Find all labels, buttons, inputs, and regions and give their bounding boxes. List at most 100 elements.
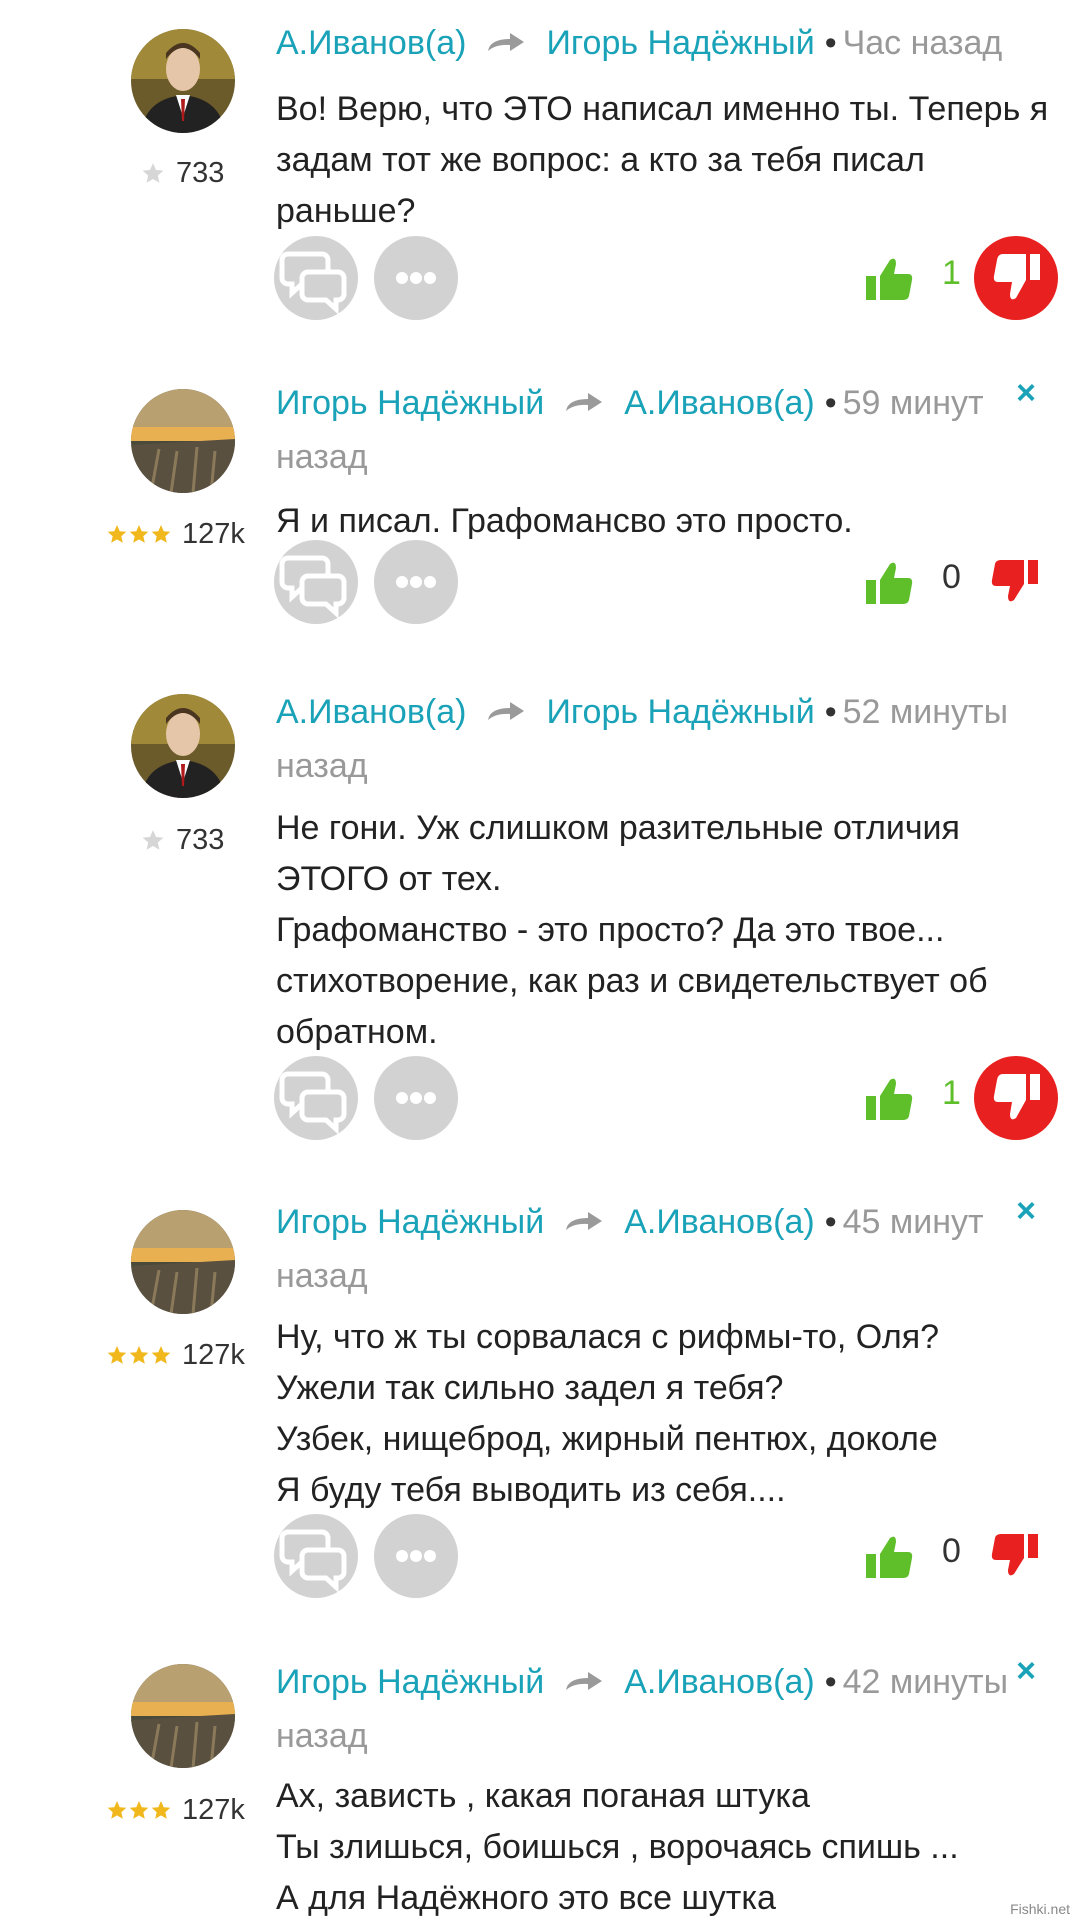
close-icon[interactable]: ×: [1016, 1192, 1036, 1231]
comment-header: Игорь Надёжный А.Иванов(а) • 42 минуты назад: [276, 1656, 1036, 1762]
like-count: 1: [942, 1074, 961, 1112]
star-icon: [106, 1343, 172, 1369]
more-button[interactable]: [374, 1056, 458, 1140]
rating-value: 127k: [182, 1339, 245, 1371]
author-link[interactable]: Игорь Надёжный: [276, 384, 544, 422]
timestamp-suffix: назад: [276, 747, 368, 786]
separator-dot: •: [824, 693, 837, 731]
star-icon: [106, 522, 172, 548]
timestamp-suffix: назад: [276, 1257, 368, 1296]
thumbs-up-icon[interactable]: [864, 1076, 914, 1127]
close-icon[interactable]: ×: [1016, 1652, 1036, 1691]
comment-actions: 0: [274, 540, 1064, 626]
text-line: Во! Верю, что ЭТО написал именно ты. Теп…: [276, 90, 1049, 128]
reply-icon: [279, 1529, 347, 1593]
thumbs-down-icon[interactable]: [990, 1532, 1040, 1583]
comment-actions: 1: [274, 236, 1064, 322]
timestamp: 52 минуты: [842, 693, 1009, 731]
reply-icon: [279, 1071, 347, 1135]
comment-actions: 1: [274, 1056, 1064, 1142]
text-line: А для Надёжного это все шутка: [276, 1879, 776, 1917]
text-line: задам тот же вопрос: а кто за тебя писал: [276, 141, 925, 179]
reply-target-link[interactable]: А.Иванов(а): [624, 384, 814, 422]
comment-text: Во! Верю, что ЭТО написал именно ты. Теп…: [276, 84, 1049, 237]
reply-target-link[interactable]: Игорь Надёжный: [546, 693, 814, 731]
reply-arrow-icon: [564, 1655, 604, 1707]
text-line: Не гони. Уж слишком разительные отличия: [276, 809, 960, 847]
avatar[interactable]: [131, 694, 235, 798]
reply-button[interactable]: [274, 1514, 358, 1598]
text-line: Я буду тебя выводить из себя....: [276, 1471, 786, 1509]
avatar[interactable]: [131, 1210, 235, 1314]
text-line: раньше?: [276, 192, 416, 230]
thumbs-up-icon[interactable]: [864, 560, 914, 611]
timestamp-suffix: назад: [276, 438, 368, 477]
timestamp: 59 минут: [842, 384, 984, 422]
text-line: обратном.: [276, 1013, 438, 1051]
reply-icon: [279, 555, 347, 619]
dislike-button[interactable]: [974, 1056, 1058, 1140]
reply-button[interactable]: [274, 540, 358, 624]
comment: 733 А.Иванов(а) Игорь Надёжный • 52 минуты н…: [0, 650, 1080, 1160]
author-link[interactable]: А.Иванов(а): [276, 24, 466, 62]
like-count: 0: [942, 558, 961, 596]
thumbs-down-icon: [993, 254, 1040, 300]
reply-target-link[interactable]: А.Иванов(а): [624, 1203, 814, 1241]
star-icon: [140, 161, 166, 186]
reply-arrow-icon: [564, 376, 604, 428]
timestamp: 42 минуты: [842, 1663, 1009, 1701]
separator-dot: •: [824, 384, 837, 422]
separator-dot: •: [824, 24, 837, 62]
rating-value: 127k: [182, 518, 245, 550]
comment-text: Ну, что ж ты сорвалася с рифмы-то, Оля? …: [276, 1312, 1046, 1516]
separator-dot: •: [824, 1203, 837, 1241]
reply-arrow-icon: [486, 685, 526, 737]
more-button[interactable]: [374, 236, 458, 320]
thumbs-down-icon[interactable]: [990, 558, 1040, 609]
text-line: Ну, что ж ты сорвалася с рифмы-то, Оля?: [276, 1318, 940, 1356]
more-icon: [396, 272, 436, 284]
thumbs-up-icon[interactable]: [864, 1534, 914, 1585]
like-count: 0: [942, 1532, 961, 1570]
reply-target-link[interactable]: А.Иванов(а): [624, 1663, 814, 1701]
comment: 127k Игорь Надёжный А.Иванов(а) • 45 минут н…: [0, 1160, 1080, 1620]
text-line: ЭТОГО от тех.: [276, 860, 502, 898]
close-icon[interactable]: ×: [1016, 374, 1036, 413]
comment-header: Игорь Надёжный А.Иванов(а) • 59 минут назад: [276, 377, 1036, 483]
comment: 127k Игорь Надёжный А.Иванов(а) • 42 минуты…: [0, 1620, 1080, 1921]
text-line: стихотворение, как раз и свидетельствует…: [276, 962, 988, 1000]
reply-target-link[interactable]: Игорь Надёжный: [546, 24, 814, 62]
like-count: 1: [942, 254, 961, 292]
more-button[interactable]: [374, 540, 458, 624]
star-icon: [106, 1798, 172, 1824]
comment: 733 А.Иванов(а) Игорь Надёжный • Час назад …: [0, 0, 1080, 340]
text-line: Ужели так сильно задел я тебя?: [276, 1369, 784, 1407]
avatar[interactable]: [131, 1664, 235, 1768]
text-line: Графоманство - это просто? Да это твое..…: [276, 911, 945, 949]
dislike-button[interactable]: [974, 236, 1058, 320]
rating-value: 733: [176, 824, 225, 856]
reply-arrow-icon: [564, 1195, 604, 1247]
user-rating: 733: [140, 824, 224, 857]
more-icon: [396, 1550, 436, 1562]
comment-header: А.Иванов(а) Игорь Надёжный • 52 минуты назад: [276, 686, 1036, 792]
watermark: Fishki.net: [1010, 1901, 1070, 1917]
more-icon: [396, 1092, 436, 1104]
author-link[interactable]: А.Иванов(а): [276, 693, 466, 731]
avatar[interactable]: [131, 29, 235, 133]
more-button[interactable]: [374, 1514, 458, 1598]
star-icon: [140, 828, 166, 853]
rating-value: 733: [176, 157, 225, 189]
reply-button[interactable]: [274, 1056, 358, 1140]
timestamp: Час назад: [842, 24, 1003, 62]
user-rating: 127k: [106, 1339, 245, 1372]
avatar[interactable]: [131, 389, 235, 493]
reply-arrow-icon: [486, 16, 526, 68]
reply-button[interactable]: [274, 236, 358, 320]
author-link[interactable]: Игорь Надёжный: [276, 1663, 544, 1701]
thumbs-up-icon[interactable]: [864, 256, 914, 307]
user-rating: 127k: [106, 518, 245, 551]
text-line: Ах, зависть , какая поганая штука: [276, 1777, 810, 1815]
author-link[interactable]: Игорь Надёжный: [276, 1203, 544, 1241]
reply-icon: [279, 251, 347, 315]
